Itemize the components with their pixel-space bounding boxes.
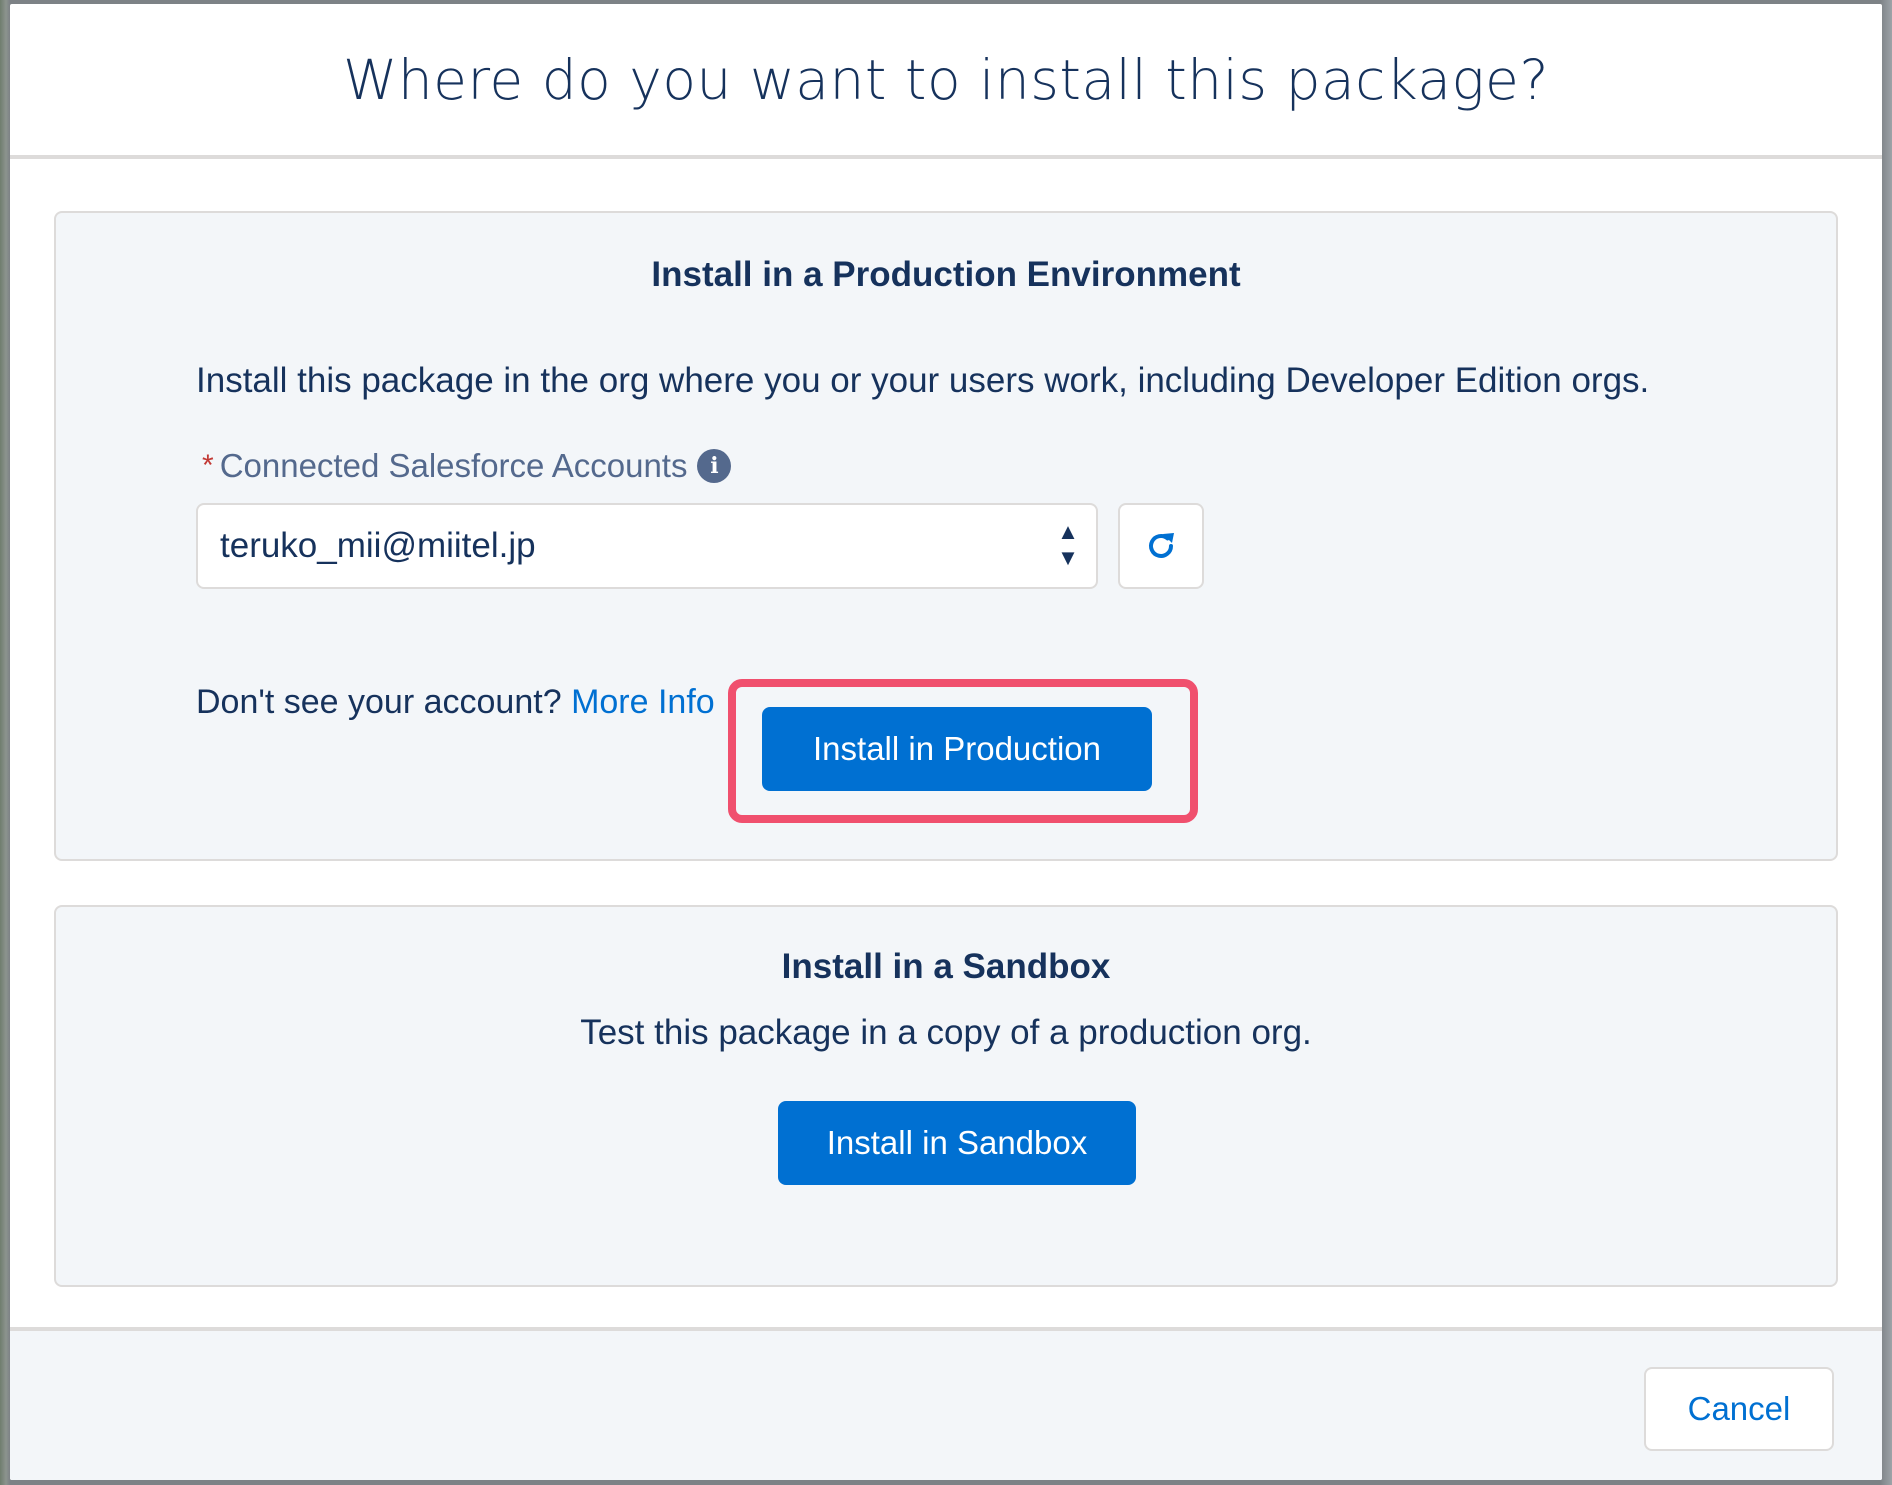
missing-account-text: Don't see your account? (196, 683, 562, 721)
production-title: Install in a Production Environment (651, 255, 1241, 294)
more-info-link[interactable]: More Info (571, 683, 715, 721)
production-card: Install in a Production Environment Inst… (54, 211, 1838, 861)
install-in-sandbox-button[interactable]: Install in Sandbox (778, 1101, 1136, 1185)
refresh-accounts-button[interactable] (1118, 503, 1204, 589)
install-in-production-button[interactable]: Install in Production (762, 707, 1152, 791)
refresh-icon (1149, 533, 1174, 558)
sandbox-description: Test this package in a copy of a product… (580, 1013, 1312, 1052)
missing-account-help: Don't see your account? More Info (196, 683, 715, 722)
selected-account-value: teruko_mii@miitel.jp (220, 526, 536, 565)
required-marker: * (202, 449, 214, 482)
production-description: Install this package in the org where yo… (196, 361, 1650, 400)
connected-accounts-label-text: Connected Salesforce Accounts (219, 447, 688, 484)
modal-header: Where do you want to install this packag… (10, 4, 1882, 159)
connected-accounts-label: * Connected Salesforce Accounts i (196, 447, 732, 485)
modal-body: Install in a Production Environment Inst… (10, 159, 1882, 1327)
sandbox-title: Install in a Sandbox (781, 947, 1111, 986)
install-modal: Where do you want to install this packag… (10, 4, 1882, 1480)
sandbox-card: Install in a Sandbox Test this package i… (54, 905, 1838, 1287)
cancel-button[interactable]: Cancel (1644, 1367, 1834, 1451)
info-icon[interactable]: i (697, 449, 732, 483)
modal-footer: Cancel (10, 1327, 1882, 1480)
select-arrows-icon: ▲ ▼ (1057, 519, 1079, 570)
modal-title: Where do you want to install this packag… (342, 47, 1550, 112)
connected-accounts-select[interactable]: teruko_mii@miitel.jp ▲ ▼ (196, 503, 1098, 589)
